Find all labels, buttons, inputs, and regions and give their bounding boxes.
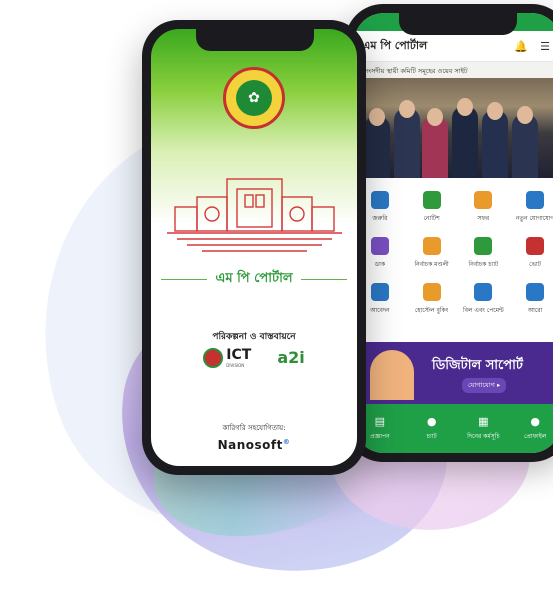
- phone-notch: [399, 13, 517, 35]
- ict-logo-text: ICT: [226, 347, 252, 363]
- nav-label: প্রজ্ঞাপন: [370, 433, 390, 440]
- mail-icon: [370, 236, 389, 255]
- grid-tile-label: হোস্টেল বুকিং: [414, 306, 449, 314]
- grid-tile-label: নির্বাচক চ্যাট: [468, 260, 499, 268]
- feature-grid: জরুরি নোটিশ সফর নতুন যোগাযোগ ডাক নির্বাচক মণ্…: [354, 178, 553, 322]
- bill-icon: [474, 282, 493, 301]
- apply-icon: [370, 282, 389, 301]
- grid-tile-label: নতুন যোগাযোগ: [515, 214, 553, 222]
- bell-icon[interactable]: 🔔: [513, 40, 529, 53]
- grid-tile-label: সফর: [477, 214, 490, 222]
- phone-notch: [196, 29, 314, 51]
- grid-tile-label: আবেদন: [370, 306, 390, 314]
- digital-support-banner[interactable]: ডিজিটাল সাপোর্ট যোগাযোগ ▸: [354, 342, 553, 404]
- vote-icon: [526, 236, 545, 255]
- grid-tile[interactable]: নির্বাচক চ্যাট: [458, 230, 510, 276]
- bottom-nav: ▤ প্রজ্ঞাপন ● চ্যাট ▦ দিনের কর্মসূচি ● প্রোফ…: [354, 404, 553, 453]
- chat-icon: ●: [426, 415, 437, 428]
- nanosoft-logo: Nanosoft®: [151, 438, 357, 452]
- grid-tile[interactable]: সফর: [458, 184, 510, 230]
- grid-tile-label: আরো: [527, 306, 543, 314]
- grid-tile-label: নোটিশ: [423, 214, 440, 222]
- banner-title: ডিজিটাল সাপোর্ট: [432, 358, 523, 373]
- divider: [300, 279, 347, 280]
- divider: [161, 279, 208, 280]
- grid-tile[interactable]: আরো: [509, 276, 553, 322]
- hero-photo: [354, 78, 553, 178]
- photo-head: [457, 98, 473, 116]
- photo-head: [427, 108, 443, 126]
- list-icon: ▤: [374, 415, 386, 428]
- a2i-logo: a2i: [277, 348, 305, 367]
- company-name: Nanosoft: [217, 438, 283, 452]
- nav-item-chat[interactable]: ● চ্যাট: [406, 404, 458, 453]
- contact-button[interactable]: যোগাযোগ ▸: [462, 378, 507, 393]
- app-header: এম পি পোর্টাল 🔔 ☰: [354, 31, 553, 62]
- people-icon: [422, 236, 441, 255]
- grid-icon: [526, 282, 545, 301]
- travel-icon: [474, 190, 493, 209]
- photo-head: [487, 102, 503, 120]
- photo-person: [394, 108, 420, 178]
- grid-tile[interactable]: হোস্টেল বুকিং: [406, 276, 458, 322]
- photo-head: [399, 100, 415, 118]
- chat-icon: [474, 236, 493, 255]
- cooperation-label: কারিগরি সহযোগিতায়:: [222, 424, 286, 432]
- app-title: এম পি পোর্টাল: [362, 38, 428, 52]
- hostel-icon: [422, 282, 441, 301]
- grid-tile-label: বিল এবং পেমেন্ট: [462, 306, 504, 314]
- photo-person: [452, 106, 478, 178]
- notice-icon: [422, 190, 441, 209]
- grid-tile-label: জরুরি: [372, 214, 388, 222]
- grid-tile-label: নির্বাচক মণ্ডলী: [414, 260, 449, 268]
- phone-icon: [526, 190, 545, 209]
- plan-label: পরিকল্পনা ও বাস্তবায়নে: [212, 332, 296, 342]
- back-phone: এম পি পোর্টাল 🔔 ☰ সংসদীয় স্থায়ী কমিটি …: [345, 4, 553, 462]
- ict-division-logo: ICT DIVISION: [203, 347, 251, 368]
- menu-icon[interactable]: ☰: [537, 40, 553, 53]
- title-row: এম পি পোর্টাল: [161, 269, 347, 290]
- splash-screen: ✿ এম পি পোর্টাল পরিকল্পনা ও বাস্তবায়নে …: [151, 29, 357, 466]
- ict-logo-sub: DIVISION: [226, 363, 245, 368]
- notice-marquee[interactable]: সংসদীয় স্থায়ী কমিটি সমূহের ওয়েব সাইট: [354, 62, 553, 78]
- grid-tile-label: ভোট: [529, 260, 542, 268]
- grid-tile[interactable]: ভোট: [509, 230, 553, 276]
- front-phone: ✿ এম পি পোর্টাল পরিকল্পনা ও বাস্তবায়নে …: [142, 20, 366, 475]
- nav-item-schedule[interactable]: ▦ দিনের কর্মসূচি: [458, 404, 510, 453]
- grid-tile[interactable]: বিল এবং পেমেন্ট: [458, 276, 510, 322]
- partner-logos: ICT DIVISION a2i: [151, 347, 357, 368]
- nav-item-profile[interactable]: ● প্রোফাইল: [509, 404, 553, 453]
- back-phone-screen: এম পি পোর্টাল 🔔 ☰ সংসদীয় স্থায়ী কমিটি …: [354, 13, 553, 453]
- user-icon: ●: [530, 415, 540, 428]
- registered-mark: ®: [282, 438, 291, 446]
- nav-label: দিনের কর্মসূচি: [467, 433, 500, 440]
- photo-person: [482, 110, 508, 178]
- grid-tile[interactable]: নোটিশ: [406, 184, 458, 230]
- photo-head: [517, 106, 533, 124]
- parliament-building-illustration: [167, 178, 342, 252]
- emblem-center: ✿: [236, 80, 272, 116]
- calendar-icon: ▦: [478, 415, 489, 428]
- government-seal-icon: [203, 347, 224, 368]
- support-avatar: [370, 350, 414, 400]
- nav-label: চ্যাট: [426, 433, 437, 440]
- doc-icon: [370, 190, 389, 209]
- photo-head: [369, 108, 385, 126]
- parliament-emblem: ✿: [223, 67, 285, 129]
- app-title: এম পি পোর্টাল: [215, 271, 293, 286]
- grid-tile[interactable]: নতুন যোগাযোগ: [509, 184, 553, 230]
- grid-tile[interactable]: নির্বাচক মণ্ডলী: [406, 230, 458, 276]
- grid-tile-label: ডাক: [374, 260, 386, 268]
- nav-label: প্রোফাইল: [523, 433, 547, 440]
